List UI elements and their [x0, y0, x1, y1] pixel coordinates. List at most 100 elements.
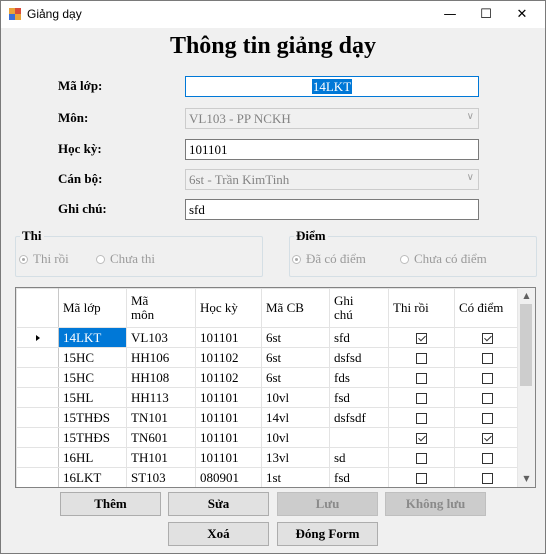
- minimize-button[interactable]: —: [432, 1, 468, 28]
- table-row[interactable]: 16HL TH101 101101 13vl sd: [16, 447, 521, 468]
- cell-thi-roi[interactable]: [388, 327, 455, 348]
- cell-ghi-chu[interactable]: dsfsd: [329, 347, 389, 368]
- checkbox-unchecked-icon[interactable]: [416, 413, 427, 425]
- cell-hoc-ky[interactable]: 101101: [195, 387, 262, 408]
- cell-ma-cb[interactable]: 10vl: [261, 427, 330, 448]
- cell-ma-cb[interactable]: 6st: [261, 367, 330, 388]
- maximize-button[interactable]: ☐: [468, 1, 504, 28]
- cell-co-diem[interactable]: [454, 407, 521, 428]
- cell-ma-lop[interactable]: 15THĐS: [58, 427, 127, 448]
- luu-button[interactable]: Lưu: [277, 492, 378, 516]
- thi-roi-radio[interactable]: Thi rồi: [19, 251, 69, 267]
- cell-ma-lop[interactable]: 16LKT: [58, 467, 127, 487]
- cell-co-diem[interactable]: [454, 327, 521, 348]
- cell-ghi-chu[interactable]: fsd: [329, 387, 389, 408]
- cell-ma-mon[interactable]: VL103: [126, 327, 196, 348]
- cell-thi-roi[interactable]: [388, 447, 455, 468]
- checkbox-unchecked-icon[interactable]: [416, 393, 427, 405]
- column-header[interactable]: Thi rồi: [388, 288, 455, 328]
- table-row[interactable]: 15THĐS TN101 101101 14vl dsfsdf: [16, 407, 521, 428]
- table-row[interactable]: 15HL HH113 101101 10vl fsd: [16, 387, 521, 408]
- khong-luu-button[interactable]: Không lưu: [385, 492, 486, 516]
- cell-thi-roi[interactable]: [388, 387, 455, 408]
- checkbox-checked-icon[interactable]: [416, 433, 427, 445]
- column-header[interactable]: Mã CB: [261, 288, 330, 328]
- vertical-scrollbar[interactable]: ▲ ▼: [517, 288, 535, 487]
- cell-ma-cb[interactable]: 6st: [261, 327, 330, 348]
- checkbox-unchecked-icon[interactable]: [416, 453, 427, 465]
- dong-form-button[interactable]: Đóng Form: [277, 522, 378, 546]
- can-bo-combobox[interactable]: 6st - Trần KimTinh ∨: [185, 169, 479, 190]
- chua-thi-radio[interactable]: Chưa thi: [96, 251, 155, 267]
- scroll-down-icon[interactable]: ▼: [518, 471, 535, 487]
- checkbox-checked-icon[interactable]: [416, 333, 427, 345]
- table-row[interactable]: 15THĐS TN601 101101 10vl: [16, 427, 521, 448]
- column-header[interactable]: Ghi chú: [329, 288, 389, 328]
- cell-hoc-ky[interactable]: 101101: [195, 327, 262, 348]
- table-row[interactable]: 15HC HH108 101102 6st fds: [16, 367, 521, 388]
- checkbox-unchecked-icon[interactable]: [482, 453, 493, 465]
- row-header[interactable]: [16, 367, 59, 388]
- cell-hoc-ky[interactable]: 101102: [195, 367, 262, 388]
- row-header[interactable]: [16, 447, 59, 468]
- checkbox-unchecked-icon[interactable]: [482, 473, 493, 485]
- scroll-thumb[interactable]: [520, 304, 532, 386]
- cell-ghi-chu[interactable]: fds: [329, 367, 389, 388]
- cell-ma-cb[interactable]: 14vl: [261, 407, 330, 428]
- xoa-button[interactable]: Xoá: [168, 522, 269, 546]
- cell-hoc-ky[interactable]: 080901: [195, 467, 262, 487]
- cell-ma-lop[interactable]: 15THĐS: [58, 407, 127, 428]
- cell-thi-roi[interactable]: [388, 347, 455, 368]
- cell-ma-cb[interactable]: 6st: [261, 347, 330, 368]
- row-header[interactable]: [16, 467, 59, 487]
- column-header[interactable]: Mã lớp: [58, 288, 127, 328]
- table-row[interactable]: 14LKT VL103 101101 6st sfd: [16, 327, 521, 348]
- cell-ma-cb[interactable]: 13vl: [261, 447, 330, 468]
- checkbox-unchecked-icon[interactable]: [482, 413, 493, 425]
- row-header[interactable]: [16, 387, 59, 408]
- cell-co-diem[interactable]: [454, 387, 521, 408]
- cell-hoc-ky[interactable]: 101101: [195, 447, 262, 468]
- cell-co-diem[interactable]: [454, 367, 521, 388]
- cell-ma-mon[interactable]: TN601: [126, 427, 196, 448]
- table-row[interactable]: 16LKT ST103 080901 1st fsd: [16, 467, 521, 487]
- checkbox-unchecked-icon[interactable]: [482, 393, 493, 405]
- cell-thi-roi[interactable]: [388, 407, 455, 428]
- checkbox-checked-icon[interactable]: [482, 433, 493, 445]
- cell-ma-lop[interactable]: 16HL: [58, 447, 127, 468]
- da-co-diem-radio[interactable]: Đã có điểm: [292, 251, 366, 267]
- cell-ma-lop[interactable]: 15HL: [58, 387, 127, 408]
- cell-co-diem[interactable]: [454, 347, 521, 368]
- cell-thi-roi[interactable]: [388, 367, 455, 388]
- row-header[interactable]: [16, 427, 59, 448]
- chua-co-diem-radio[interactable]: Chưa có điểm: [400, 251, 487, 267]
- cell-ma-mon[interactable]: HH113: [126, 387, 196, 408]
- row-header[interactable]: [16, 327, 59, 348]
- sua-button[interactable]: Sửa: [168, 492, 269, 516]
- cell-ma-mon[interactable]: HH108: [126, 367, 196, 388]
- hoc-ky-input[interactable]: 101101: [185, 139, 479, 160]
- checkbox-unchecked-icon[interactable]: [416, 353, 427, 365]
- cell-ghi-chu[interactable]: sd: [329, 447, 389, 468]
- mon-combobox[interactable]: VL103 - PP NCKH ∨: [185, 108, 479, 129]
- checkbox-checked-icon[interactable]: [482, 333, 493, 345]
- data-grid[interactable]: Mã lớp Mã môn Học kỳ Mã CB Ghi chú Thi rồi Có …: [15, 287, 536, 488]
- cell-ma-mon[interactable]: TH101: [126, 447, 196, 468]
- cell-hoc-ky[interactable]: 101101: [195, 427, 262, 448]
- close-button[interactable]: ✕: [504, 1, 540, 28]
- column-header[interactable]: Mã môn: [126, 288, 196, 328]
- cell-co-diem[interactable]: [454, 427, 521, 448]
- cell-ma-mon[interactable]: TN101: [126, 407, 196, 428]
- row-header[interactable]: [16, 347, 59, 368]
- cell-ghi-chu[interactable]: sfd: [329, 327, 389, 348]
- checkbox-unchecked-icon[interactable]: [416, 373, 427, 385]
- cell-ma-lop[interactable]: 14LKT: [58, 327, 127, 348]
- cell-ghi-chu[interactable]: dsfsdf: [329, 407, 389, 428]
- cell-thi-roi[interactable]: [388, 467, 455, 487]
- table-row[interactable]: 15HC HH106 101102 6st dsfsd: [16, 347, 521, 368]
- scroll-up-icon[interactable]: ▲: [518, 288, 535, 304]
- cell-ma-cb[interactable]: 10vl: [261, 387, 330, 408]
- ma-lop-input[interactable]: 14LKT: [185, 76, 479, 97]
- checkbox-unchecked-icon[interactable]: [416, 473, 427, 485]
- ghi-chu-input[interactable]: sfd: [185, 199, 479, 220]
